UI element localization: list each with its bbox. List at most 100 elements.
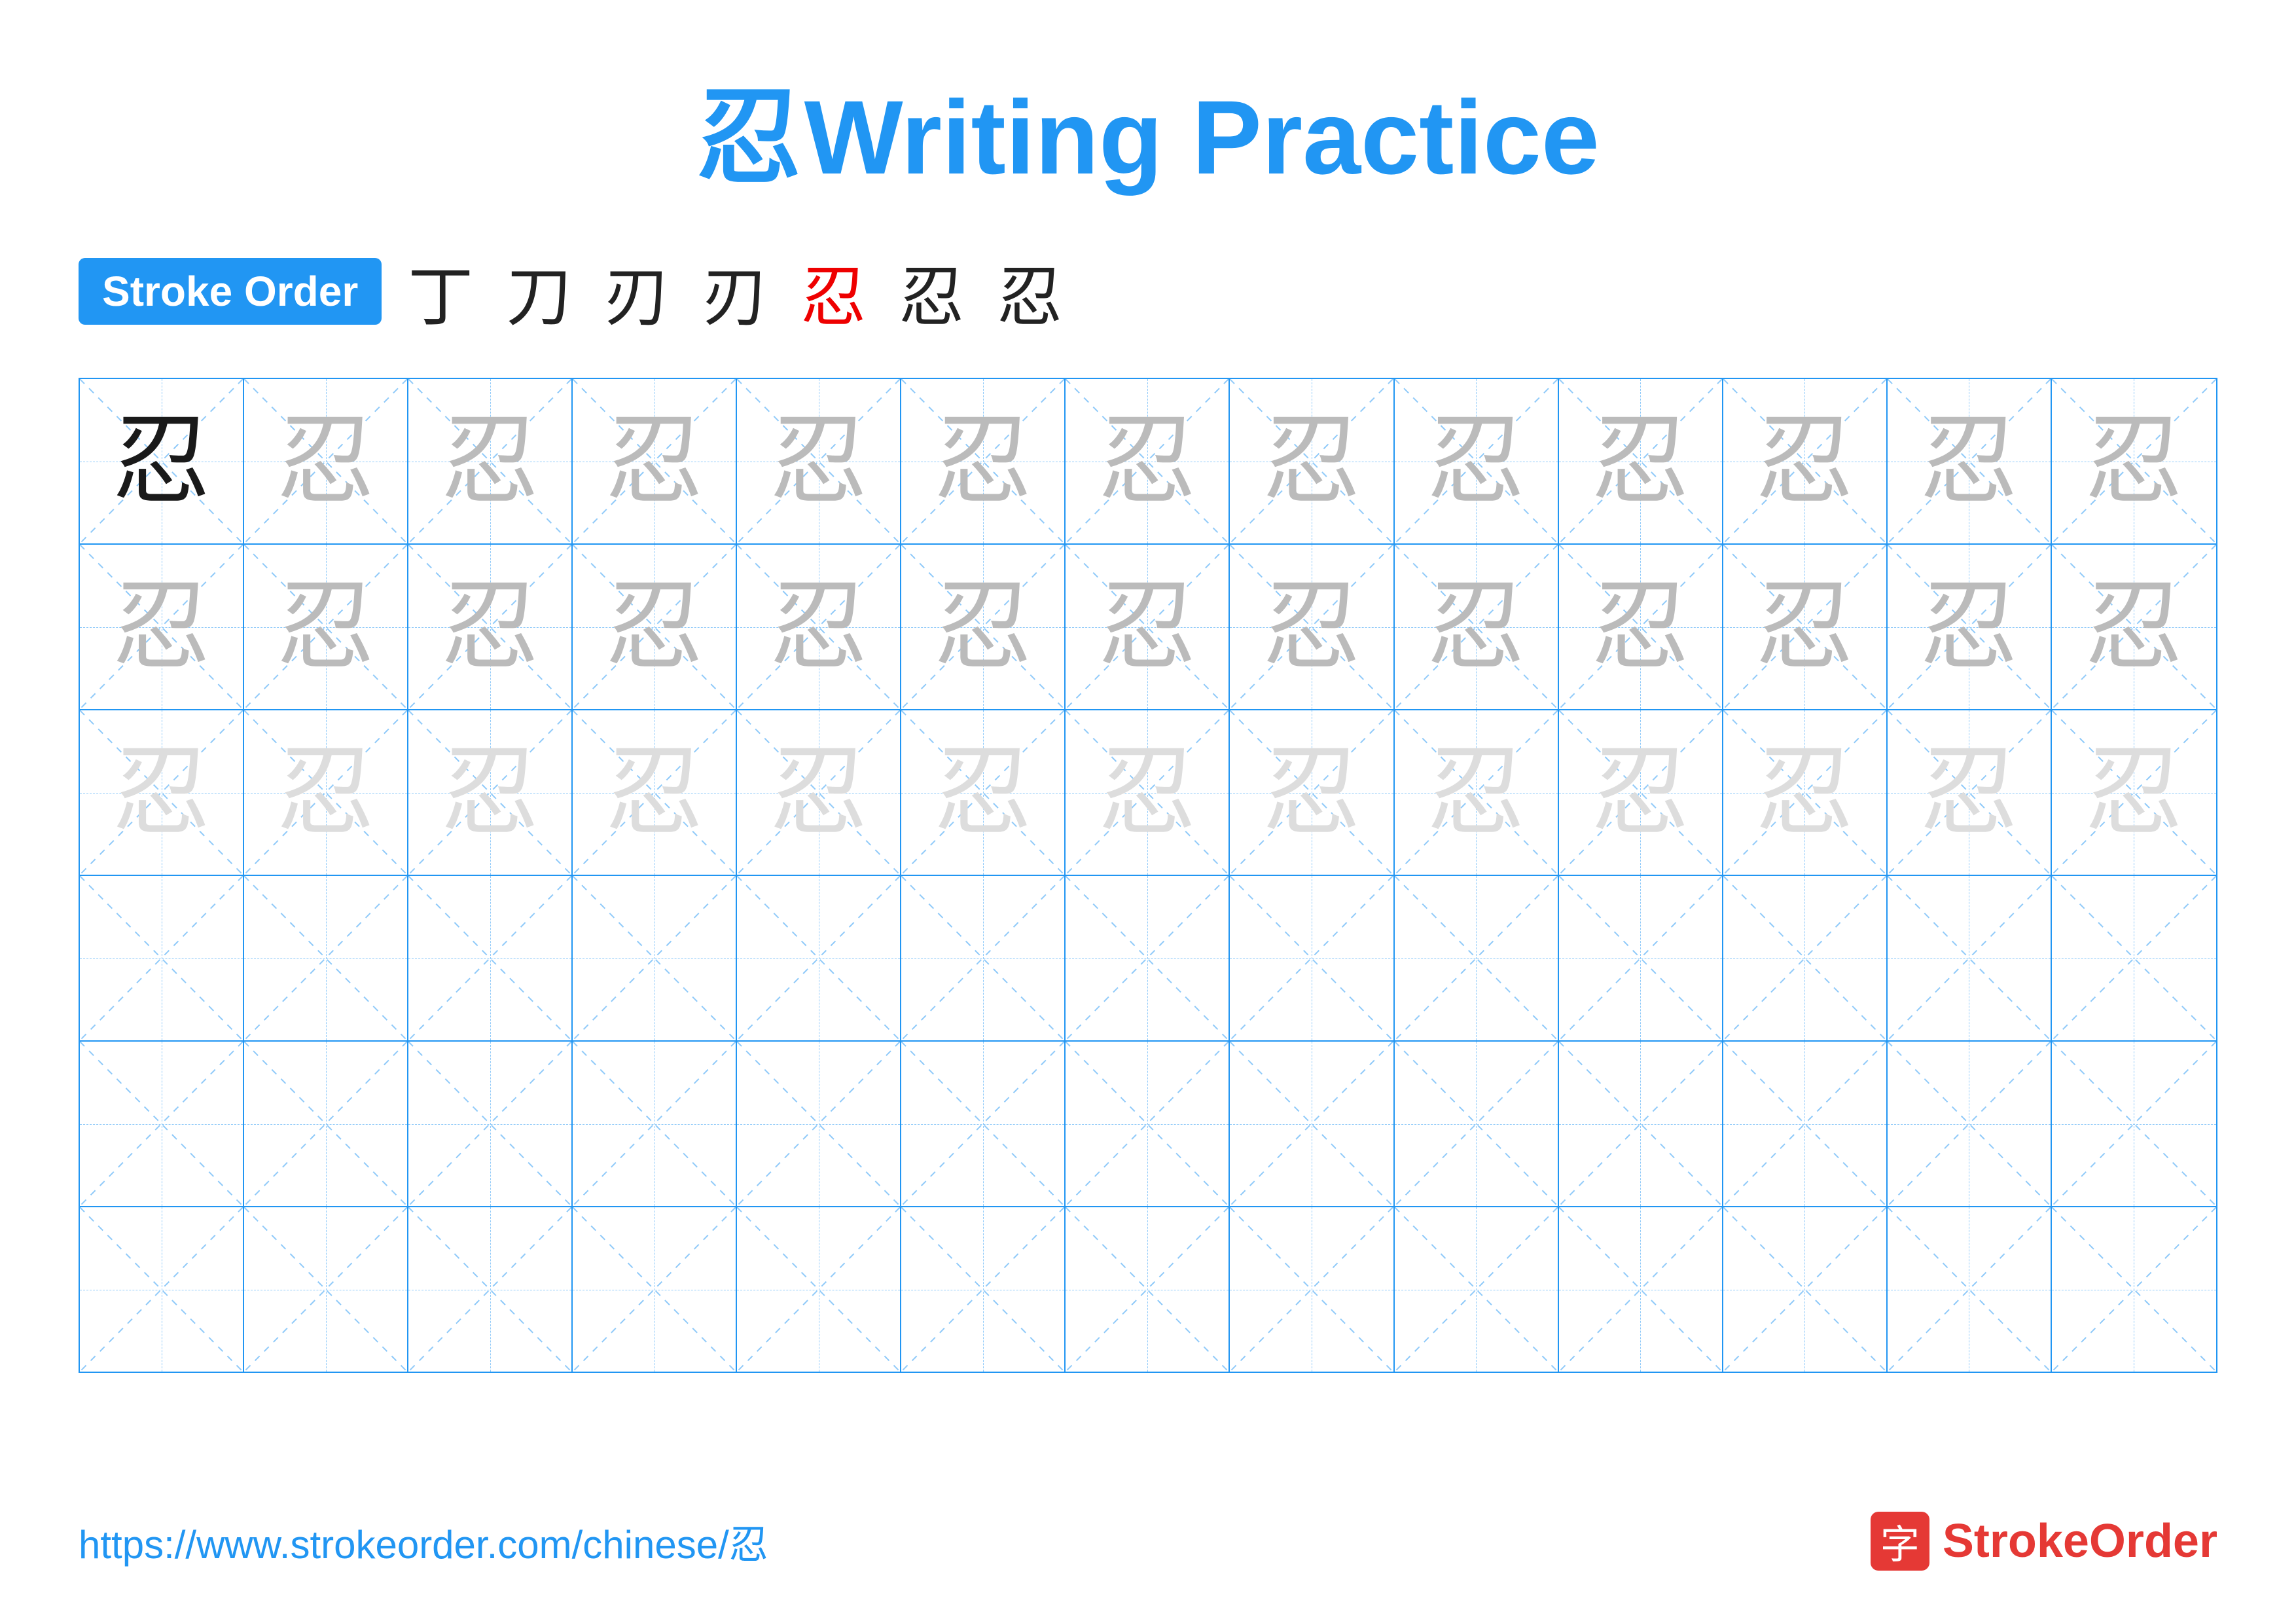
grid-cell[interactable]: 忍 xyxy=(1230,710,1394,875)
grid-cell[interactable] xyxy=(1723,876,1888,1040)
cell-char: 忍 xyxy=(1755,578,1854,676)
grid-cell[interactable] xyxy=(1559,1207,1723,1372)
grid-cell[interactable] xyxy=(573,876,737,1040)
grid-cell[interactable]: 忍 xyxy=(244,710,408,875)
grid-cell[interactable]: 忍 xyxy=(1888,379,2052,543)
grid-cell[interactable]: 忍 xyxy=(80,379,244,543)
cell-char: 忍 xyxy=(1263,412,1361,511)
grid-cell[interactable] xyxy=(1066,876,1230,1040)
grid-cell[interactable] xyxy=(1723,1042,1888,1206)
grid-cell[interactable] xyxy=(573,1042,737,1206)
grid-cell[interactable] xyxy=(1230,876,1394,1040)
grid-cell[interactable] xyxy=(1066,1207,1230,1372)
grid-cell[interactable]: 忍 xyxy=(1395,710,1559,875)
grid-cell[interactable] xyxy=(737,876,901,1040)
footer-url: https://www.strokeorder.com/chinese/忍 xyxy=(79,1513,768,1570)
grid-cell[interactable] xyxy=(408,1207,573,1372)
grid-cell[interactable]: 忍 xyxy=(244,545,408,709)
grid-cell[interactable] xyxy=(244,876,408,1040)
grid-cell[interactable] xyxy=(1230,1042,1394,1206)
cell-char: 忍 xyxy=(1591,578,1689,676)
grid-cell[interactable] xyxy=(244,1042,408,1206)
stroke-order-row: Stroke Order 丁 刀 刃 刃 忍 忍 忍 xyxy=(79,244,2217,338)
grid-cell[interactable]: 忍 xyxy=(1066,545,1230,709)
grid-cell[interactable]: 忍 xyxy=(573,379,737,543)
grid-cell[interactable]: 忍 xyxy=(408,379,573,543)
grid-cell[interactable]: 忍 xyxy=(901,379,1066,543)
logo-char: 字 xyxy=(1880,1513,1920,1570)
grid-row: 忍 忍 忍 忍 忍 忍 忍 忍 xyxy=(80,545,2216,710)
grid-cell[interactable] xyxy=(408,1042,573,1206)
grid-cell[interactable]: 忍 xyxy=(1395,379,1559,543)
grid-cell[interactable] xyxy=(1230,1207,1394,1372)
grid-cell[interactable]: 忍 xyxy=(1559,545,1723,709)
grid-cell[interactable]: 忍 xyxy=(1723,545,1888,709)
grid-cell[interactable] xyxy=(1888,876,2052,1040)
grid-cell[interactable]: 忍 xyxy=(80,545,244,709)
grid-cell[interactable]: 忍 xyxy=(901,545,1066,709)
grid-cell[interactable]: 忍 xyxy=(1559,379,1723,543)
grid-cell[interactable] xyxy=(2052,1207,2216,1372)
grid-cell[interactable]: 忍 xyxy=(408,545,573,709)
grid-cell[interactable] xyxy=(244,1207,408,1372)
grid-row xyxy=(80,1042,2216,1207)
grid-cell[interactable]: 忍 xyxy=(1723,379,1888,543)
grid-cell[interactable] xyxy=(901,1042,1066,1206)
cell-char: 忍 xyxy=(1920,578,2018,676)
grid-cell[interactable]: 忍 xyxy=(737,710,901,875)
grid-cell[interactable]: 忍 xyxy=(2052,379,2216,543)
cell-char: 忍 xyxy=(277,578,375,676)
grid-cell[interactable] xyxy=(1395,1207,1559,1372)
grid-cell[interactable] xyxy=(1888,1042,2052,1206)
cell-char: 忍 xyxy=(441,744,539,842)
grid-cell[interactable]: 忍 xyxy=(1230,379,1394,543)
grid-cell[interactable]: 忍 xyxy=(573,545,737,709)
grid-row xyxy=(80,1207,2216,1372)
grid-cell[interactable] xyxy=(1395,1042,1559,1206)
stroke-1: 丁 xyxy=(408,244,473,338)
grid-cell[interactable] xyxy=(408,876,573,1040)
grid-cell[interactable]: 忍 xyxy=(80,710,244,875)
grid-cell[interactable]: 忍 xyxy=(244,379,408,543)
grid-cell[interactable]: 忍 xyxy=(1559,710,1723,875)
grid-cell[interactable] xyxy=(1888,1207,2052,1372)
cell-char: 忍 xyxy=(1755,744,1854,842)
grid-cell[interactable]: 忍 xyxy=(573,710,737,875)
grid-cell[interactable]: 忍 xyxy=(1888,545,2052,709)
stroke-3: 刃 xyxy=(604,244,670,338)
stroke-2: 刀 xyxy=(506,244,571,338)
grid-cell[interactable] xyxy=(80,1042,244,1206)
grid-cell[interactable] xyxy=(737,1207,901,1372)
grid-cell[interactable]: 忍 xyxy=(2052,545,2216,709)
grid-cell[interactable]: 忍 xyxy=(2052,710,2216,875)
grid-cell[interactable] xyxy=(2052,1042,2216,1206)
grid-cell[interactable]: 忍 xyxy=(901,710,1066,875)
grid-cell[interactable] xyxy=(1559,1042,1723,1206)
footer-logo: 字 StrokeOrder xyxy=(1871,1512,2217,1571)
cell-char: 忍 xyxy=(113,412,211,511)
grid-cell[interactable] xyxy=(1395,876,1559,1040)
grid-cell[interactable] xyxy=(901,1207,1066,1372)
grid-cell[interactable] xyxy=(737,1042,901,1206)
grid-cell[interactable] xyxy=(80,876,244,1040)
grid-cell[interactable]: 忍 xyxy=(737,545,901,709)
grid-cell[interactable]: 忍 xyxy=(1395,545,1559,709)
stroke-4: 刃 xyxy=(702,244,768,338)
grid-cell[interactable]: 忍 xyxy=(1723,710,1888,875)
cell-char: 忍 xyxy=(1098,744,1196,842)
footer-logo-icon: 字 xyxy=(1871,1512,1929,1571)
grid-cell[interactable]: 忍 xyxy=(1230,545,1394,709)
grid-cell[interactable] xyxy=(1066,1042,1230,1206)
grid-cell[interactable] xyxy=(2052,876,2216,1040)
grid-cell[interactable] xyxy=(1723,1207,1888,1372)
grid-cell[interactable] xyxy=(80,1207,244,1372)
grid-cell[interactable]: 忍 xyxy=(408,710,573,875)
grid-cell[interactable] xyxy=(573,1207,737,1372)
grid-cell[interactable]: 忍 xyxy=(1066,379,1230,543)
grid-cell[interactable]: 忍 xyxy=(1066,710,1230,875)
cell-char: 忍 xyxy=(1263,578,1361,676)
grid-cell[interactable]: 忍 xyxy=(737,379,901,543)
grid-cell[interactable]: 忍 xyxy=(1888,710,2052,875)
grid-cell[interactable] xyxy=(1559,876,1723,1040)
grid-cell[interactable] xyxy=(901,876,1066,1040)
